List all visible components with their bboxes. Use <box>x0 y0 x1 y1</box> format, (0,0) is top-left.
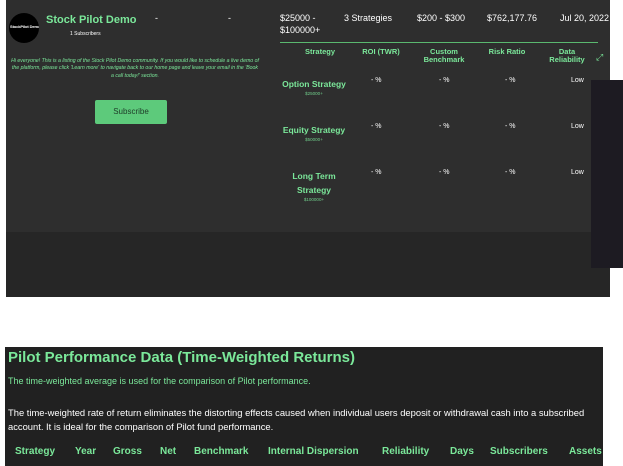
strategy-roi: - % <box>371 169 382 176</box>
strategy-benchmark: - % <box>439 123 450 130</box>
strategy-minimum: $50000+ <box>305 137 323 142</box>
listing-card-footer <box>6 232 610 297</box>
subscription-price: $200 - $300 <box>417 13 466 23</box>
perf-header-net[interactable]: Net <box>160 446 176 457</box>
perf-header-assets[interactable]: Assets <box>569 446 602 457</box>
col-header-roi: ROI (TWR) <box>362 47 400 56</box>
listing-col-2: - <box>228 13 231 23</box>
subscribe-button[interactable]: Subscribe <box>95 100 167 124</box>
listing-col-1: - <box>155 13 158 23</box>
performance-description: The time-weighted rate of return elimina… <box>8 407 585 432</box>
col-header-risk-ratio: Risk Ratio <box>488 47 526 56</box>
strategy-minimum: $25000+ <box>305 91 323 96</box>
col-header-reliability: Data Reliability <box>549 47 585 64</box>
perf-header-gross[interactable]: Gross <box>113 446 142 457</box>
strategy-risk: - % <box>505 77 516 84</box>
strategy-roi: - % <box>371 123 382 130</box>
listing-description: Hi everyone! This is a listing of the St… <box>11 58 259 79</box>
strategy-name[interactable]: Option Strategy <box>279 77 349 91</box>
strategy-name[interactable]: Long Term Strategy <box>279 169 349 197</box>
strategy-row[interactable]: Option Strategy $25000+ <box>279 77 349 96</box>
listing-assets: $762,177.76 <box>487 13 538 23</box>
strategies-count: 3 Strategies <box>344 13 393 23</box>
perf-header-subscribers[interactable]: Subscribers <box>490 446 548 457</box>
side-panel-edge <box>591 80 623 268</box>
perf-header-strategy[interactable]: Strategy <box>15 446 55 457</box>
strategy-reliability: Low <box>571 77 584 84</box>
strategy-risk: - % <box>505 123 516 130</box>
strategy-minimum: $100000+ <box>303 197 325 202</box>
performance-title: Pilot Performance Data (Time-Weighted Re… <box>8 349 356 366</box>
perf-header-internal-dispersion[interactable]: Internal Dispersion <box>268 446 359 457</box>
expand-icon[interactable]: ⤢ <box>596 52 603 63</box>
header-divider <box>280 42 598 43</box>
strategy-row[interactable]: Long Term Strategy $100000+ <box>279 169 349 202</box>
strategy-roi: - % <box>371 77 382 84</box>
strategy-name[interactable]: Equity Strategy <box>279 123 349 137</box>
strategy-reliability: Low <box>571 169 584 176</box>
perf-header-reliability[interactable]: Reliability <box>382 446 429 457</box>
strategy-reliability: Low <box>571 123 584 130</box>
subscriber-count: 1 Subscribers <box>70 31 101 37</box>
listing-date: Jul 20, 2022 <box>560 13 610 23</box>
col-header-benchmark: Custom Benchmark <box>423 47 465 64</box>
pilot-title[interactable]: Stock Pilot Demo <box>46 14 136 26</box>
strategy-row[interactable]: Equity Strategy $50000+ <box>279 123 349 142</box>
strategy-risk: - % <box>505 169 516 176</box>
perf-header-benchmark[interactable]: Benchmark <box>194 446 248 457</box>
pilot-logo: StockPilot Demo <box>9 13 39 43</box>
strategy-benchmark: - % <box>439 77 450 84</box>
perf-header-year[interactable]: Year <box>75 446 96 457</box>
strategy-benchmark: - % <box>439 169 450 176</box>
listing-minimum: $25000 - $100000+ <box>280 13 321 35</box>
performance-subtitle: The time-weighted average is used for th… <box>8 376 311 386</box>
logo-text: StockPilot Demo <box>10 24 39 29</box>
perf-header-days[interactable]: Days <box>450 446 474 457</box>
col-header-strategy: Strategy <box>304 47 335 56</box>
